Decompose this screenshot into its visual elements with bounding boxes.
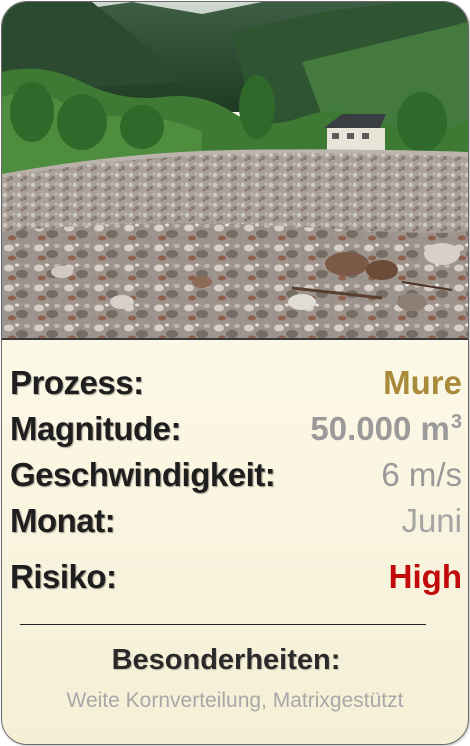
stat-row-prozess: Prozess: Mure [10,364,462,410]
besonderheiten-text: Weite Kornverteilung, Matrixgestützt [66,689,404,712]
magnitude-superscript: 3 [450,411,462,433]
stat-label-magnitude: Magnitude: [10,410,181,447]
section-divider [20,624,426,625]
stat-label-monat: Monat: [10,502,116,539]
stat-row-magnitude: Magnitude: 50.000 m3 [10,410,462,456]
stat-label-prozess: Prozess: [10,364,144,401]
stat-value-prozess: Mure [383,364,462,401]
magnitude-number: 50.000 m [310,410,450,447]
risk-label: Risiko: [10,558,117,595]
debris-flow-photo [2,2,468,340]
stat-row-risiko: Risiko: High [10,558,462,604]
stat-row-monat: Monat: Juni [10,502,462,548]
besonderheiten-title: Besonderheiten: [111,644,341,676]
stat-value-geschwindigkeit: 6 m/s [381,456,462,493]
stat-value-magnitude: 50.000 m3 [310,410,462,448]
stat-value-monat: Juni [401,502,462,539]
stat-label-geschwindigkeit: Geschwindigkeit: [10,456,276,493]
stat-row-geschwindigkeit: Geschwindigkeit: 6 m/s [10,456,462,502]
process-card: Prozess: Mure Magnitude: 50.000 m3 Gesch… [1,1,469,745]
risk-value: High [388,558,462,595]
